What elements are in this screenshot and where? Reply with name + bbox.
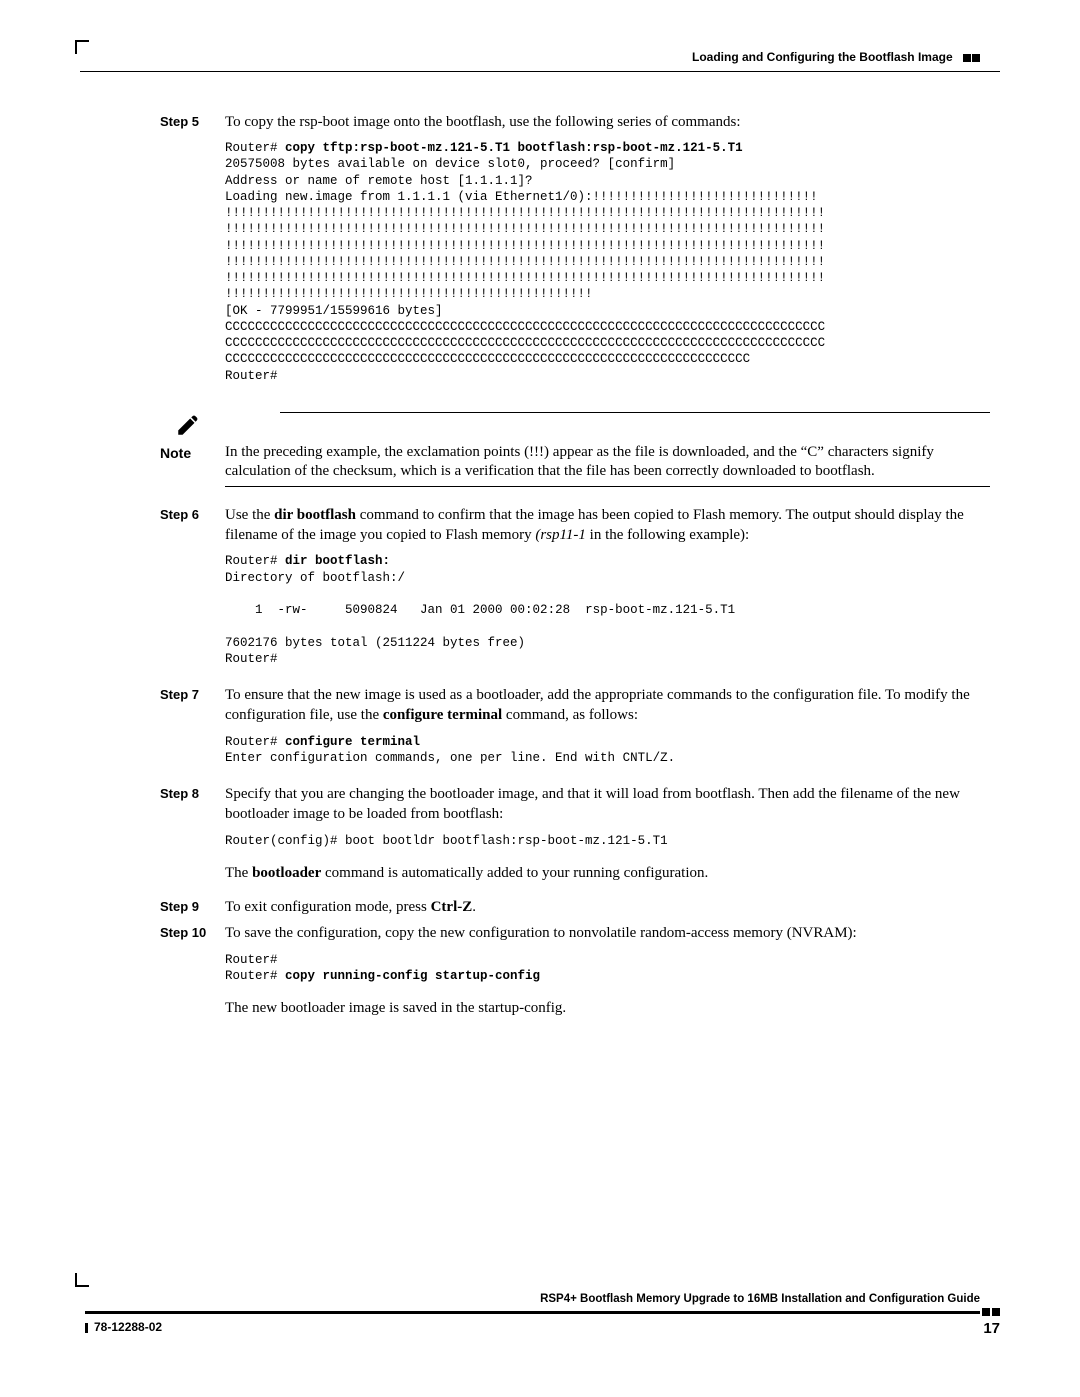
header-rule: [80, 71, 1000, 72]
crop-mark-bl: [75, 1273, 89, 1287]
page-footer: RSP4+ Bootflash Memory Upgrade to 16MB I…: [85, 1293, 1000, 1337]
step-label: Step 10: [160, 923, 225, 940]
terminal-output: Router# configure terminal Enter configu…: [225, 734, 990, 767]
step-5: Step 5 To copy the rsp-boot image onto t…: [160, 112, 990, 398]
step-9: Step 9 To exit configuration mode, press…: [160, 897, 990, 917]
step-label: Step 8: [160, 784, 225, 801]
terminal-output: Router# dir bootflash: Directory of boot…: [225, 553, 990, 667]
step-label: Step 9: [160, 897, 225, 914]
step-7: Step 7 To ensure that the new image is u…: [160, 685, 990, 780]
footer-title: RSP4+ Bootflash Memory Upgrade to 16MB I…: [85, 1293, 1000, 1305]
step-body: To exit configuration mode, press Ctrl-Z…: [225, 897, 990, 917]
step-body: To copy the rsp-boot image onto the boot…: [225, 112, 990, 398]
doc-number: 78-12288-02: [85, 1320, 162, 1337]
terminal-output: Router(config)# boot bootldr bootflash:r…: [225, 833, 990, 849]
terminal-output: Router# Router# copy running-config star…: [225, 952, 990, 985]
running-header: Loading and Configuring the Bootflash Im…: [80, 50, 1000, 65]
header-decor-icon: [962, 51, 980, 65]
step-8: Step 8 Specify that you are changing the…: [160, 784, 990, 893]
page-number: 17: [983, 1320, 1000, 1337]
pencil-icon: [160, 412, 215, 443]
step-body: To save the configuration, copy the new …: [225, 923, 990, 1018]
step-label: Step 6: [160, 505, 225, 522]
step-label: Step 7: [160, 685, 225, 702]
note-rule: [225, 486, 990, 487]
step-label: Step 5: [160, 112, 225, 129]
step-6: Step 6 Use the dir bootflash command to …: [160, 505, 990, 681]
main-content: Step 5 To copy the rsp-boot image onto t…: [160, 112, 990, 1019]
footer-rule: [85, 1308, 1000, 1316]
terminal-output: Router# copy tftp:rsp-boot-mz.121-5.T1 b…: [225, 140, 990, 384]
note-rule: [280, 412, 990, 413]
note-block: Note In the preceding example, the excla…: [160, 412, 990, 487]
header-title: Loading and Configuring the Bootflash Im…: [692, 50, 953, 64]
note-label: Note: [160, 443, 225, 461]
step-10: Step 10 To save the configuration, copy …: [160, 923, 990, 1018]
crop-mark-tl: [75, 40, 89, 54]
step-body: To ensure that the new image is used as …: [225, 685, 990, 780]
step-body: Specify that you are changing the bootlo…: [225, 784, 990, 893]
note-body: In the preceding example, the exclamatio…: [225, 443, 990, 482]
step-body: Use the dir bootflash command to confirm…: [225, 505, 990, 681]
